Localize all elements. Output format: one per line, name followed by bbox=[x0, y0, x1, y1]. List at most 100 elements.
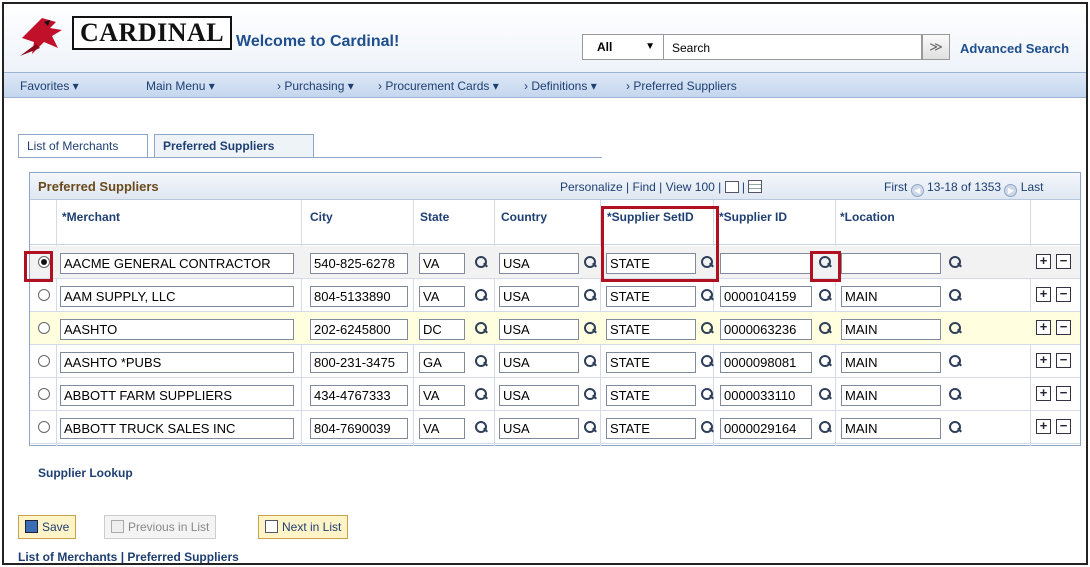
personalize-link[interactable]: Personalize bbox=[560, 180, 623, 194]
add-row-button[interactable]: + bbox=[1036, 386, 1051, 401]
col-header-merchant[interactable]: *Merchant bbox=[62, 210, 120, 224]
location-field[interactable]: MAIN bbox=[841, 418, 941, 439]
country-field[interactable]: USA bbox=[499, 286, 579, 307]
location-lookup-icon[interactable] bbox=[948, 255, 962, 269]
delete-row-button[interactable]: − bbox=[1056, 320, 1071, 335]
country-field[interactable]: USA bbox=[499, 253, 579, 274]
previous-in-list-button[interactable]: Previous in List bbox=[104, 515, 217, 539]
setid-lookup-icon[interactable] bbox=[700, 420, 714, 434]
list-of-merchants-link[interactable]: List of Merchants bbox=[18, 550, 117, 563]
country-lookup-icon[interactable] bbox=[583, 387, 597, 401]
country-lookup-icon[interactable] bbox=[583, 255, 597, 269]
supplier-lookup-link[interactable]: Supplier Lookup bbox=[38, 466, 133, 480]
row-select-radio[interactable] bbox=[38, 256, 50, 268]
supplier-id-field[interactable]: 0000098081 bbox=[720, 352, 812, 373]
row-select-radio[interactable] bbox=[38, 421, 50, 433]
delete-row-button[interactable]: − bbox=[1056, 353, 1071, 368]
previous-arrow-icon[interactable]: ◀ bbox=[910, 184, 924, 197]
setid-field[interactable]: STATE bbox=[606, 253, 696, 274]
search-input[interactable]: Search bbox=[664, 34, 922, 60]
setid-field[interactable]: STATE bbox=[606, 286, 696, 307]
state-field[interactable]: VA bbox=[419, 286, 465, 307]
state-field[interactable]: VA bbox=[419, 418, 465, 439]
merchant-field[interactable]: ABBOTT FARM SUPPLIERS bbox=[60, 385, 294, 406]
advanced-search-link[interactable]: Advanced Search bbox=[960, 41, 1069, 56]
setid-field[interactable]: STATE bbox=[606, 385, 696, 406]
state-field[interactable]: VA bbox=[419, 253, 465, 274]
next-arrow-icon[interactable]: ▶ bbox=[1004, 184, 1018, 197]
add-row-button[interactable]: + bbox=[1036, 254, 1051, 269]
delete-row-button[interactable]: − bbox=[1056, 419, 1071, 434]
favorites-menu[interactable]: Favorites ▾ bbox=[20, 79, 79, 93]
state-lookup-icon[interactable] bbox=[474, 387, 488, 401]
city-field[interactable]: 804-7690039 bbox=[310, 418, 408, 439]
setid-lookup-icon[interactable] bbox=[700, 255, 714, 269]
state-lookup-icon[interactable] bbox=[474, 255, 488, 269]
location-field[interactable]: MAIN bbox=[841, 385, 941, 406]
col-header-country[interactable]: Country bbox=[501, 210, 547, 224]
save-button[interactable]: Save bbox=[18, 515, 77, 539]
breadcrumb-purchasing[interactable]: › Purchasing ▾ bbox=[277, 79, 354, 93]
city-field[interactable]: 540-825-6278 bbox=[310, 253, 408, 274]
view-100-link[interactable]: View 100 bbox=[666, 180, 715, 194]
row-select-radio[interactable] bbox=[38, 322, 50, 334]
search-go-button[interactable]: ≫ bbox=[922, 34, 950, 60]
location-lookup-icon[interactable] bbox=[948, 354, 962, 368]
merchant-field[interactable]: ABBOTT TRUCK SALES INC bbox=[60, 418, 294, 439]
country-field[interactable]: USA bbox=[499, 352, 579, 373]
find-link[interactable]: Find bbox=[633, 180, 656, 194]
city-field[interactable]: 202-6245800 bbox=[310, 319, 408, 340]
state-field[interactable]: VA bbox=[419, 385, 465, 406]
setid-field[interactable]: STATE bbox=[606, 352, 696, 373]
location-field[interactable] bbox=[841, 253, 941, 274]
supplier-id-field[interactable] bbox=[720, 253, 812, 274]
add-row-button[interactable]: + bbox=[1036, 320, 1051, 335]
last-link[interactable]: Last bbox=[1021, 180, 1044, 194]
merchant-field[interactable]: AAM SUPPLY, LLC bbox=[60, 286, 294, 307]
supplier-id-field[interactable]: 0000029164 bbox=[720, 418, 812, 439]
col-header-supplier-setid[interactable]: *Supplier SetID bbox=[607, 210, 694, 224]
location-lookup-icon[interactable] bbox=[948, 420, 962, 434]
download-spreadsheet-icon[interactable] bbox=[748, 180, 763, 193]
col-header-location[interactable]: *Location bbox=[840, 210, 895, 224]
supplier-id-field[interactable]: 0000063236 bbox=[720, 319, 812, 340]
merchant-field[interactable]: AASHTO bbox=[60, 319, 294, 340]
supplier-id-field[interactable]: 0000104159 bbox=[720, 286, 812, 307]
col-header-state[interactable]: State bbox=[420, 210, 449, 224]
merchant-field[interactable]: AACME GENERAL CONTRACTOR bbox=[60, 253, 294, 274]
setid-lookup-icon[interactable] bbox=[700, 354, 714, 368]
add-row-button[interactable]: + bbox=[1036, 287, 1051, 302]
country-lookup-icon[interactable] bbox=[583, 420, 597, 434]
state-lookup-icon[interactable] bbox=[474, 321, 488, 335]
setid-field[interactable]: STATE bbox=[606, 319, 696, 340]
new-window-icon[interactable] bbox=[724, 181, 739, 193]
row-select-radio[interactable] bbox=[38, 289, 50, 301]
delete-row-button[interactable]: − bbox=[1056, 386, 1071, 401]
location-lookup-icon[interactable] bbox=[948, 288, 962, 302]
search-scope-select[interactable]: All ▼ bbox=[582, 34, 664, 60]
delete-row-button[interactable]: − bbox=[1056, 254, 1071, 269]
location-field[interactable]: MAIN bbox=[841, 352, 941, 373]
location-field[interactable]: MAIN bbox=[841, 286, 941, 307]
state-field[interactable]: GA bbox=[419, 352, 465, 373]
supplier-id-lookup-icon[interactable] bbox=[818, 321, 832, 335]
state-lookup-icon[interactable] bbox=[474, 354, 488, 368]
main-menu[interactable]: Main Menu ▾ bbox=[146, 79, 215, 93]
breadcrumb-preferred-suppliers[interactable]: › Preferred Suppliers bbox=[626, 79, 737, 93]
add-row-button[interactable]: + bbox=[1036, 353, 1051, 368]
tab-preferred-suppliers[interactable]: Preferred Suppliers bbox=[154, 134, 314, 158]
breadcrumb-procurement-cards[interactable]: › Procurement Cards ▾ bbox=[378, 79, 499, 93]
country-field[interactable]: USA bbox=[499, 319, 579, 340]
col-header-supplier-id[interactable]: *Supplier ID bbox=[719, 210, 787, 224]
setid-lookup-icon[interactable] bbox=[700, 288, 714, 302]
city-field[interactable]: 434-4767333 bbox=[310, 385, 408, 406]
state-field[interactable]: DC bbox=[419, 319, 465, 340]
setid-lookup-icon[interactable] bbox=[700, 387, 714, 401]
supplier-id-lookup-icon[interactable] bbox=[818, 354, 832, 368]
country-field[interactable]: USA bbox=[499, 385, 579, 406]
supplier-id-lookup-icon[interactable] bbox=[818, 387, 832, 401]
country-lookup-icon[interactable] bbox=[583, 321, 597, 335]
country-lookup-icon[interactable] bbox=[583, 288, 597, 302]
next-in-list-button[interactable]: Next in List bbox=[258, 515, 349, 539]
row-select-radio[interactable] bbox=[38, 355, 50, 367]
